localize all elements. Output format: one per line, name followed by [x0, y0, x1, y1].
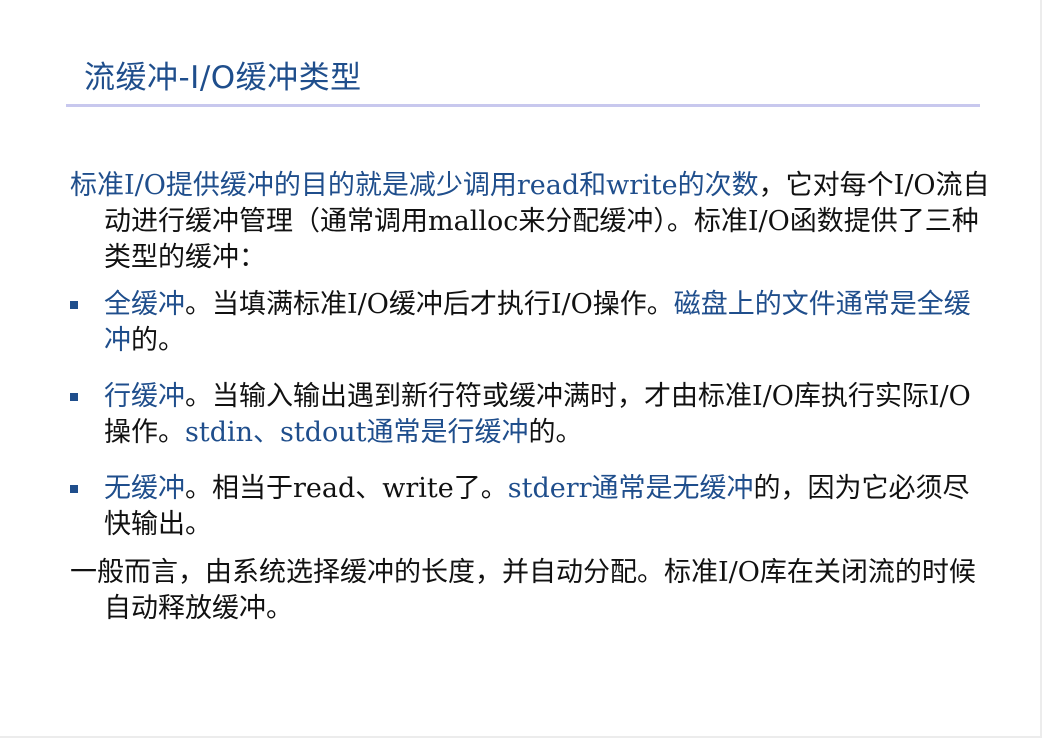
- bullet-highlight: stdin、stdout通常是行缓冲: [185, 417, 529, 448]
- bullet-unbuffered: 无缓冲。相当于read、write了。stderr通常是无缓冲的，因为它必须尽快…: [70, 471, 990, 543]
- slide-body: 标准I/O提供缓冲的目的就是减少调用read和write的次数，它对每个I/O流…: [70, 168, 990, 627]
- closing-paragraph: 一般而言，由系统选择缓冲的长度，并自动分配。标准I/O库在关闭流的时候自动释放缓…: [70, 557, 976, 624]
- bullet-term: 全缓冲: [104, 289, 185, 320]
- bullet-text: 。相当于read、write了。: [185, 473, 508, 504]
- square-bullet-icon: [70, 485, 78, 493]
- square-bullet-icon: [70, 301, 78, 309]
- bullet-full-buffering: 全缓冲。当填满标准I/O缓冲后才执行I/O操作。磁盘上的文件通常是全缓冲的。: [70, 287, 990, 359]
- bullet-tail: 的。: [528, 417, 583, 448]
- bullet-highlight: stderr通常是无缓冲: [507, 473, 754, 504]
- intro-paragraph: 标准I/O提供缓冲的目的就是减少调用read和write的次数，它对每个I/O流…: [70, 168, 990, 276]
- bullet-text: 。当填满标准I/O缓冲后才执行I/O操作。: [185, 289, 674, 320]
- intro-highlight: 标准I/O提供缓冲的目的就是减少调用read和write的次数: [70, 170, 759, 201]
- bullet-term: 无缓冲: [104, 473, 185, 504]
- slide: 流缓冲-I/O缓冲类型 标准I/O提供缓冲的目的就是减少调用read和write…: [0, 0, 1042, 738]
- bullet-term: 行缓冲: [104, 381, 185, 412]
- title-underline: [66, 104, 980, 107]
- square-bullet-icon: [70, 393, 78, 401]
- bullet-line-buffering: 行缓冲。当输入输出遇到新行符或缓冲满时，才由标准I/O库执行实际I/O操作。st…: [70, 379, 990, 451]
- slide-title: 流缓冲-I/O缓冲类型: [84, 60, 362, 96]
- bullet-tail: 的。: [131, 325, 185, 356]
